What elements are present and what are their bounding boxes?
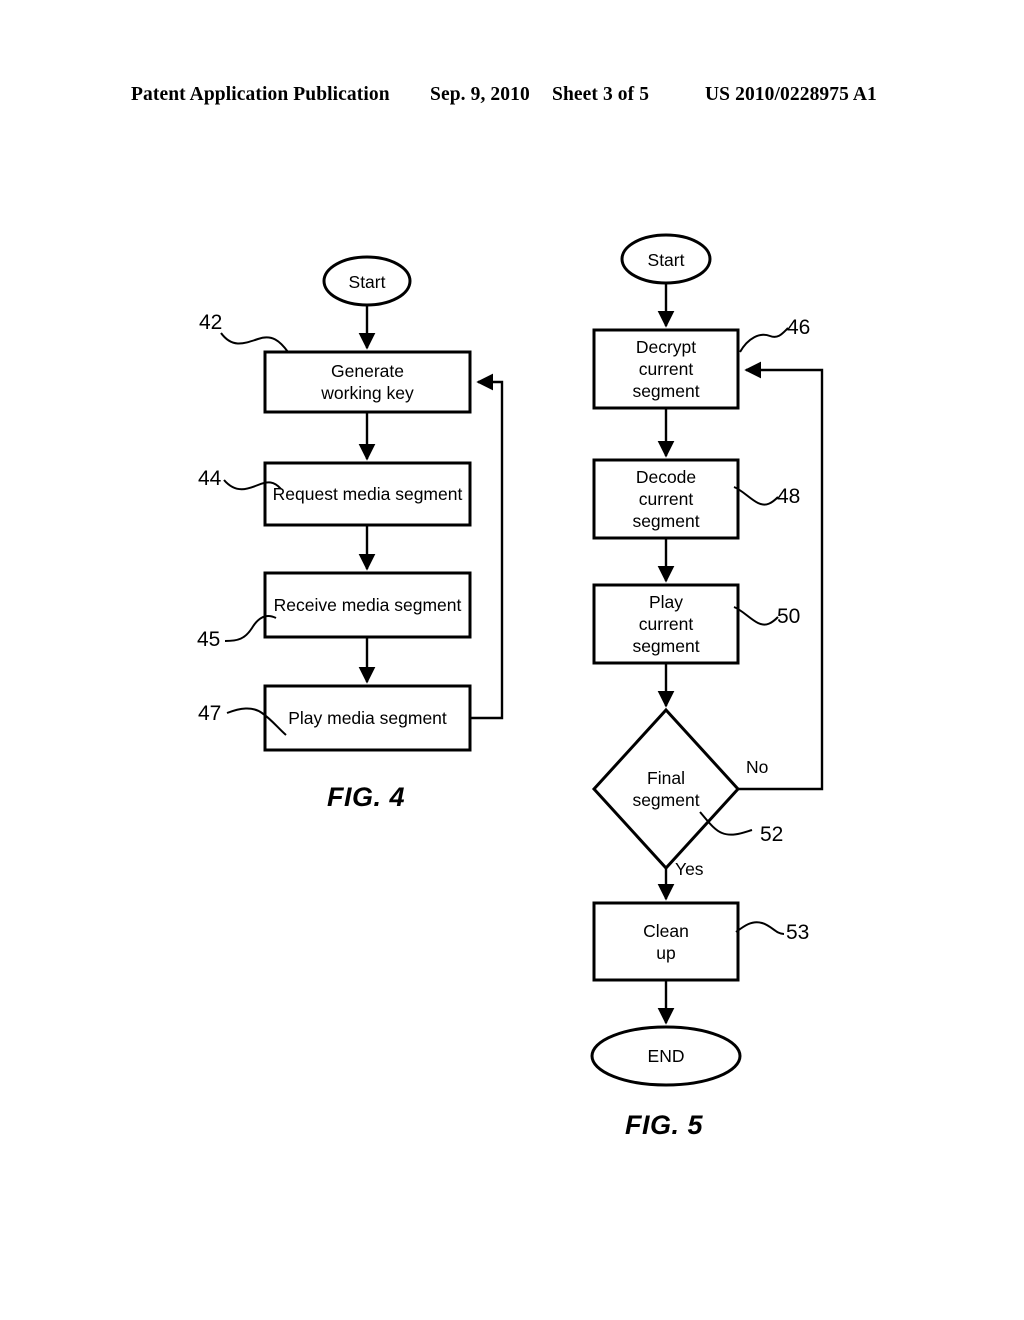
- fig5-leader-50: [733, 606, 779, 626]
- fig5-box-clean-up: [592, 901, 740, 982]
- fig5-leader-53: [735, 921, 785, 935]
- fig5-ref-numeral-53: 53: [786, 921, 810, 944]
- patent-drawing-sheet: Start Generate working key Request media…: [0, 0, 1024, 1320]
- fig5-leader-48: [733, 486, 779, 506]
- fig4-caption: FIG. 4: [327, 782, 406, 812]
- fig5-edge-label-no: No: [746, 757, 769, 777]
- flowchart-vector-layer: [220, 233, 824, 1087]
- fig5-start-terminator: [620, 233, 712, 285]
- fig5-ref-numeral-48: 48: [777, 485, 801, 508]
- fig4-box-play-media-segment: [263, 684, 472, 752]
- fig5-ref-numeral-52: 52: [760, 823, 784, 846]
- fig4-ref-numeral-44: 44: [198, 467, 222, 490]
- fig5-ref-numeral-46: 46: [787, 316, 811, 339]
- fig5-decision-final-segment: [591, 707, 741, 871]
- fig4-edge-feedback-loop: [470, 373, 504, 720]
- fig5-box-decode-current-segment: [592, 458, 740, 540]
- fig5-caption: FIG. 5: [625, 1110, 704, 1140]
- fig5-leader-46: [739, 327, 789, 353]
- fig4-box-receive-media-segment: [263, 571, 472, 639]
- fig5-edge-feedback-loop-no: [738, 361, 824, 791]
- fig4-ref-numeral-45: 45: [197, 628, 221, 651]
- fig4-start-terminator: [322, 255, 412, 307]
- fig5-ref-numeral-50: 50: [777, 605, 801, 628]
- fig5-box-decrypt-current-segment: [592, 328, 740, 410]
- fig5-edge-label-yes: Yes: [675, 859, 704, 879]
- fig5-box-play-current-segment: [592, 583, 740, 665]
- fig4-box-generate-working-key: [263, 350, 472, 414]
- fig4-ref-numeral-47: 47: [198, 702, 222, 725]
- fig4-box-request-media-segment: [263, 461, 472, 527]
- fig5-end-terminator: [590, 1025, 742, 1087]
- fig4-leader-42: [220, 332, 289, 353]
- fig4-ref-numeral-42: 42: [199, 311, 223, 334]
